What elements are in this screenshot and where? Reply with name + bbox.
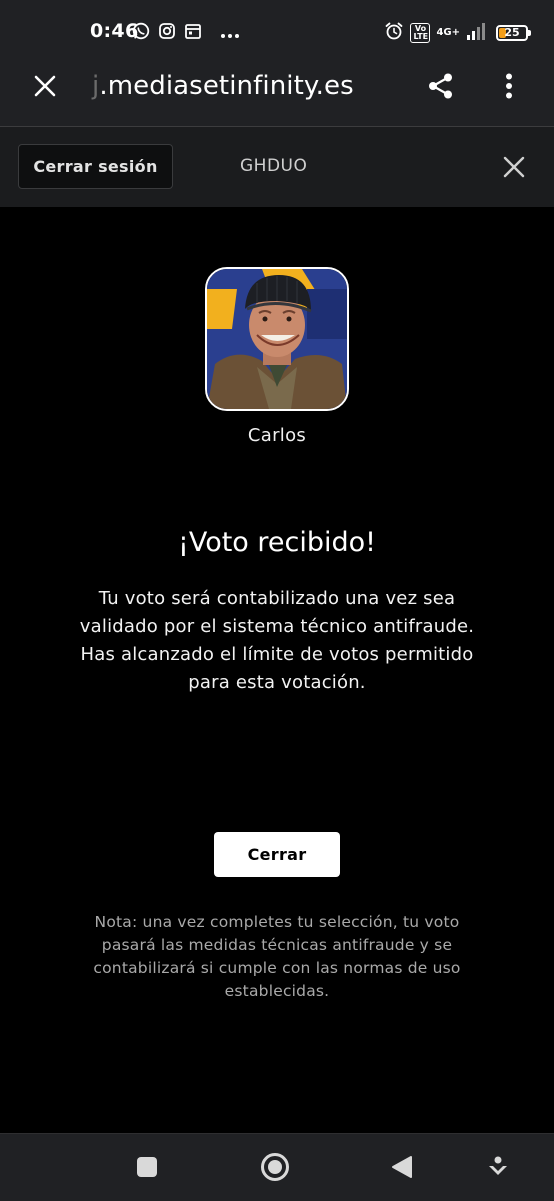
alarm-icon bbox=[384, 21, 404, 45]
system-navigation-bar bbox=[0, 1133, 554, 1201]
calendar-icon bbox=[184, 22, 202, 44]
url-bar[interactable]: j.mediasetinfinity.es bbox=[92, 71, 354, 101]
close-icon bbox=[503, 156, 525, 178]
back-triangle-icon bbox=[392, 1156, 412, 1178]
close-icon bbox=[34, 75, 56, 97]
share-button[interactable] bbox=[417, 60, 465, 112]
browser-toolbar: j.mediasetinfinity.es bbox=[0, 60, 554, 127]
url-domain: .mediasetinfinity.es bbox=[99, 71, 354, 101]
candidate-name: Carlos bbox=[247, 425, 307, 446]
recents-button[interactable] bbox=[130, 1150, 164, 1184]
vote-received-title: ¡Voto recibido! bbox=[178, 527, 376, 558]
session-close-button[interactable] bbox=[498, 151, 530, 183]
assistant-icon bbox=[489, 1156, 507, 1175]
battery-icon: 25 bbox=[496, 25, 531, 41]
overflow-menu-icon bbox=[506, 73, 512, 99]
status-system-icons: Vo LTE 4G+ 25 bbox=[384, 21, 531, 45]
network-type-label: 4G+ bbox=[436, 27, 460, 38]
volte-icon: Vo LTE bbox=[410, 23, 431, 43]
session-bar: Cerrar sesión GHDUO bbox=[0, 127, 554, 207]
signal-icon bbox=[466, 22, 488, 44]
close-button[interactable]: Cerrar bbox=[214, 832, 340, 877]
logout-button[interactable]: Cerrar sesión bbox=[18, 144, 173, 189]
antifraud-note: Nota: una vez completes tu selección, tu… bbox=[93, 913, 461, 1000]
home-button[interactable] bbox=[258, 1150, 292, 1184]
assistant-button[interactable] bbox=[481, 1150, 515, 1184]
back-button[interactable] bbox=[385, 1150, 419, 1184]
whatsapp-icon bbox=[132, 22, 150, 44]
instagram-icon bbox=[158, 22, 176, 44]
battery-level-text: 25 bbox=[504, 26, 520, 39]
recents-square-icon bbox=[137, 1157, 157, 1177]
home-circle-icon bbox=[261, 1153, 289, 1181]
status-notification-icons bbox=[132, 22, 240, 44]
username-label: GHDUO bbox=[240, 156, 308, 176]
more-notifications-icon bbox=[220, 24, 240, 43]
share-icon bbox=[429, 73, 452, 99]
overflow-menu-button[interactable] bbox=[485, 60, 533, 112]
status-bar: 0:46 Vo LTE 4G+ 25 bbox=[0, 0, 554, 60]
vote-message: Tu voto será contabilizado una vez sea v… bbox=[79, 588, 475, 693]
close-tab-button[interactable] bbox=[21, 60, 69, 112]
battery-tip bbox=[528, 30, 531, 36]
vote-confirmation-panel: Carlos ¡Voto recibido! Tu voto será cont… bbox=[0, 207, 554, 1133]
candidate-photo bbox=[207, 269, 347, 409]
candidate-avatar bbox=[205, 267, 349, 411]
